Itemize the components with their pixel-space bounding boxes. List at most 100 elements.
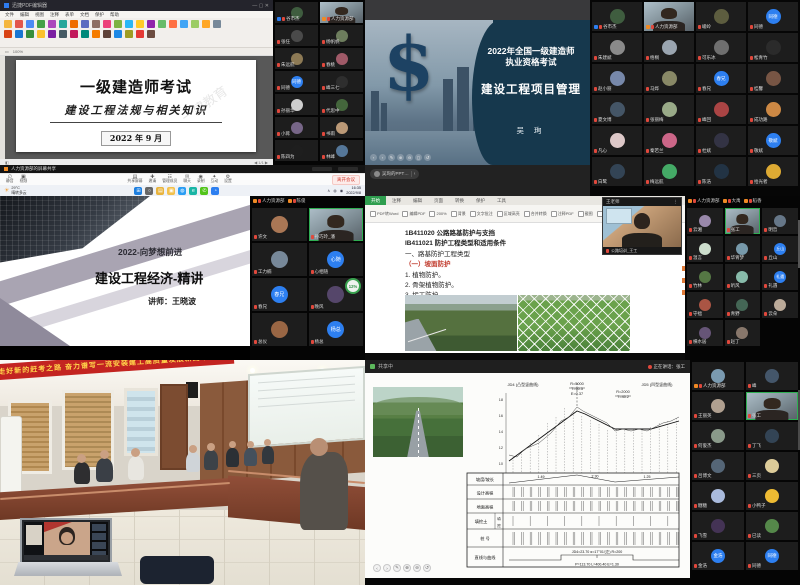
start-icon[interactable]: ⊞: [134, 187, 142, 195]
ribbon-tool-icon[interactable]: [70, 30, 78, 38]
participant-tile[interactable]: 朱建斌: [592, 33, 642, 62]
participant-tile[interactable]: 已读: [746, 512, 798, 540]
participant-tile[interactable]: 峰三七: [320, 71, 363, 92]
participant-tile[interactable]: 代思中: [320, 94, 363, 115]
participant-tile[interactable]: 许文: [252, 208, 307, 241]
ribbon-tool-icon[interactable]: [213, 20, 221, 28]
ribbon-tool-icon[interactable]: [147, 30, 155, 38]
participant-tile[interactable]: 陈浩: [696, 157, 746, 186]
participant-tile[interactable]: 松青竹: [748, 33, 798, 62]
doc-tool-button[interactable]: 注释PDF: [551, 211, 574, 217]
participant-tile[interactable]: 人力资源部: [692, 362, 744, 390]
doc-tab[interactable]: 转换: [449, 196, 470, 205]
participant-tile[interactable]: 杨总杨总: [309, 313, 364, 346]
participant-tile[interactable]: 工力楠: [252, 243, 307, 276]
ribbon-tool-icon[interactable]: [169, 20, 177, 28]
participant-tile[interactable]: 云朵: [762, 292, 798, 318]
collapse-icon[interactable]: ‹: [414, 171, 416, 177]
menu-item[interactable]: 帮助: [110, 12, 119, 18]
menu-item[interactable]: 注释: [50, 12, 59, 18]
viewer-nav-icon[interactable]: ›: [383, 564, 391, 572]
hand-tool-icon[interactable]: ▭: [5, 49, 9, 54]
system-tray[interactable]: ∧ ◍ ◉ 16:352022/9/8: [327, 186, 361, 194]
doc-tool-button[interactable]: PDF转Word: [370, 211, 398, 217]
ribbon-tool-icon[interactable]: [92, 30, 100, 38]
participant-tile[interactable]: 人力资源部: [644, 2, 694, 31]
participant-tile[interactable]: 孙巧玲_潘: [309, 208, 364, 241]
share-bar-button[interactable]: [338, 167, 358, 171]
doc-tab[interactable]: 编辑: [407, 196, 428, 205]
slide-nav-icon[interactable]: ›: [379, 154, 386, 161]
ribbon-tool-icon[interactable]: [59, 30, 67, 38]
invite-button[interactable]: ✚邀请: [149, 175, 157, 184]
participant-tile[interactable]: 张工: [725, 208, 761, 234]
participant-tile[interactable]: 拾光者: [748, 157, 798, 186]
slide-nav-icon[interactable]: ✎: [388, 154, 395, 161]
menu-item[interactable]: 视图: [35, 12, 44, 18]
meeting-icon[interactable]: ◔: [211, 187, 219, 195]
participant-tile[interactable]: 春兄春兄: [252, 278, 307, 311]
viewer-nav-icon[interactable]: ↺: [423, 564, 431, 572]
participant-tile[interactable]: 何俊杰: [692, 422, 744, 450]
participant-tile[interactable]: 心随心相随: [309, 243, 364, 276]
interact-button[interactable]: ✦互动: [211, 175, 219, 184]
slide-nav-icon[interactable]: ◻: [415, 154, 422, 161]
doc-tool-button[interactable]: 200%: [429, 211, 446, 217]
ribbon-tool-icon[interactable]: [37, 20, 45, 28]
chrome-icon[interactable]: ◍: [178, 187, 186, 195]
participant-tile[interactable]: 明哲: [762, 208, 798, 234]
participant-tile[interactable]: 杜斌: [696, 126, 746, 155]
participant-tile[interactable]: 张丽梅: [644, 95, 694, 124]
participant-tile[interactable]: 谷市杰: [592, 2, 642, 31]
participant-tile[interactable]: 吕博文: [692, 452, 744, 480]
share-bar-button[interactable]: [312, 167, 332, 171]
participant-tile[interactable]: 春兄春兄: [696, 64, 746, 93]
participant-tile[interactable]: 云湘: [687, 208, 723, 234]
participant-tile[interactable]: 人力资源部: [320, 2, 363, 23]
slide-nav-icon[interactable]: ⊕: [397, 154, 404, 161]
participant-tile[interactable]: 王丽英: [692, 392, 744, 420]
thumbnail-pane[interactable]: [0, 56, 5, 159]
participant-tile[interactable]: 可乐冰: [696, 33, 746, 62]
participant-tile[interactable]: 同德同德: [746, 542, 798, 570]
presenter-tab[interactable]: 吴珣的PPT… ‹: [370, 169, 419, 179]
participant-tile[interactable]: 夏文博: [592, 95, 642, 124]
zoom-level[interactable]: 100%: [13, 49, 23, 54]
ribbon-tool-icon[interactable]: [147, 20, 155, 28]
menu-item[interactable]: 保护: [95, 12, 104, 18]
participant-tile[interactable]: 春桃: [320, 48, 363, 69]
participant-tile[interactable]: 梧桐: [644, 33, 694, 62]
menu-item[interactable]: 文档: [80, 12, 89, 18]
menu-item[interactable]: 文件: [5, 12, 14, 18]
participant-tile[interactable]: 横水居: [687, 320, 723, 346]
record-button[interactable]: ◉录制: [197, 175, 205, 184]
doc-tab[interactable]: 保护: [470, 196, 491, 205]
chat-button[interactable]: ✉聊天: [183, 175, 191, 184]
participant-tile[interactable]: 赵丁: [725, 320, 761, 346]
participant-tile[interactable]: 陈四为: [275, 140, 318, 161]
participant-tile[interactable]: 竹林: [687, 264, 723, 290]
ribbon-tool-icon[interactable]: [59, 20, 67, 28]
doc-tab[interactable]: 开始: [365, 196, 386, 205]
doc-tab[interactable]: 注释: [386, 196, 407, 205]
doc-tool-button[interactable]: 截图: [578, 211, 593, 217]
ribbon-tool-icon[interactable]: [114, 20, 122, 28]
wechat-icon[interactable]: ✆: [200, 187, 208, 195]
ribbon-tool-icon[interactable]: [70, 20, 78, 28]
participant-tile[interactable]: 总仪: [252, 313, 307, 346]
ribbon-tool-icon[interactable]: [136, 30, 144, 38]
ribbon-tool-icon[interactable]: [81, 20, 89, 28]
viewer-nav-icon[interactable]: ‹: [373, 564, 381, 572]
ribbon-tool-icon[interactable]: [114, 30, 122, 38]
ribbon-tool-icon[interactable]: [15, 20, 23, 28]
participant-tile[interactable]: 书雨: [320, 117, 363, 138]
tray-network-icon[interactable]: ◍: [333, 188, 337, 193]
ribbon-tool-icon[interactable]: [180, 20, 188, 28]
ribbon-tool-icon[interactable]: [4, 30, 12, 38]
explorer-icon[interactable]: ▤: [156, 187, 164, 195]
participant-tile[interactable]: 白鹭: [592, 157, 642, 186]
menu-item[interactable]: 表单: [65, 12, 74, 18]
taskbar-clock[interactable]: 16:352022/9/8: [346, 186, 361, 194]
participant-tile[interactable]: 张任: [275, 25, 318, 46]
folder-icon[interactable]: ▣: [167, 187, 175, 195]
